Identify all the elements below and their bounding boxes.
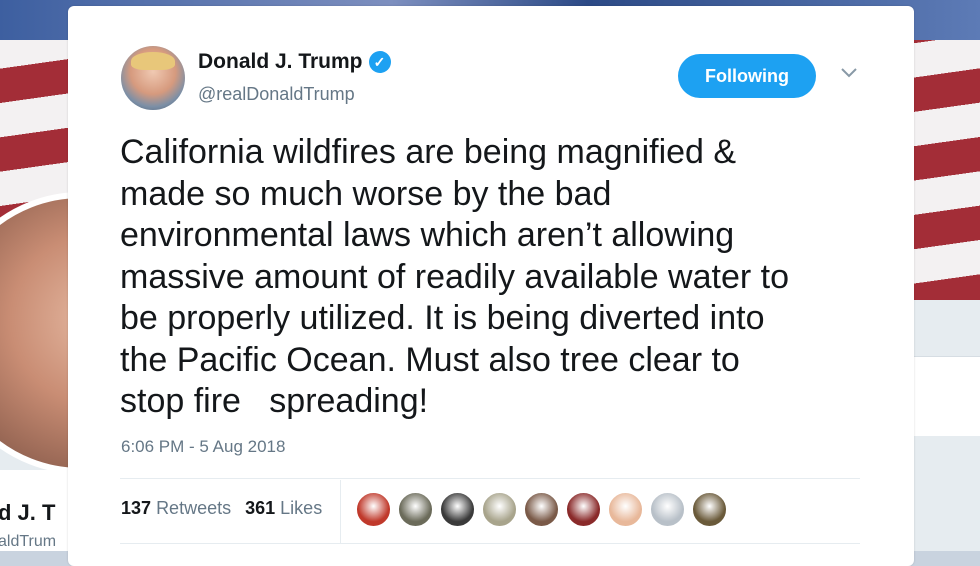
divider [120, 543, 860, 544]
author-avatar[interactable] [121, 46, 185, 110]
author-name[interactable]: Donald J. Trump [198, 50, 363, 74]
right-panel-lower [914, 436, 980, 551]
divider [120, 478, 860, 479]
profile-handle: aldTrum [0, 533, 57, 550]
likes-label: Likes [280, 498, 323, 518]
liker-avatar[interactable] [692, 492, 727, 527]
chevron-down-icon[interactable] [838, 62, 860, 84]
liker-avatars [356, 492, 727, 527]
retweets-stat[interactable]: 137 Retweets [121, 498, 231, 519]
verified-badge-icon: ✓ [368, 51, 391, 73]
retweets-count: 137 [121, 498, 152, 518]
liker-avatar[interactable] [482, 492, 517, 527]
liker-avatar[interactable] [524, 492, 559, 527]
likes-stat[interactable]: 361 Likes [245, 498, 322, 519]
tweet-text: California wildfires are being magnified… [120, 133, 789, 420]
author-handle[interactable]: @realDonaldTrump [198, 84, 355, 105]
retweets-label: Retweets [156, 498, 232, 518]
stats-separator [340, 480, 341, 544]
liker-avatar[interactable] [398, 492, 433, 527]
liker-avatar[interactable] [356, 492, 391, 527]
liker-avatar[interactable] [650, 492, 685, 527]
tweet-card: Donald J. Trump ✓ @realDonaldTrump Follo… [68, 6, 914, 566]
profile-name: d J. T [0, 500, 56, 525]
avatar-hair [131, 52, 175, 70]
tweet-timestamp[interactable]: 6:06 PM - 5 Aug 2018 [121, 437, 285, 457]
liker-avatar[interactable] [440, 492, 475, 527]
author-name-row: Donald J. Trump ✓ [198, 50, 391, 74]
following-button[interactable]: Following [678, 54, 816, 98]
likes-count: 361 [245, 498, 276, 518]
liker-avatar[interactable] [608, 492, 643, 527]
liker-avatar[interactable] [566, 492, 601, 527]
tweet-stats: 137 Retweets 361 Likes [121, 498, 322, 519]
